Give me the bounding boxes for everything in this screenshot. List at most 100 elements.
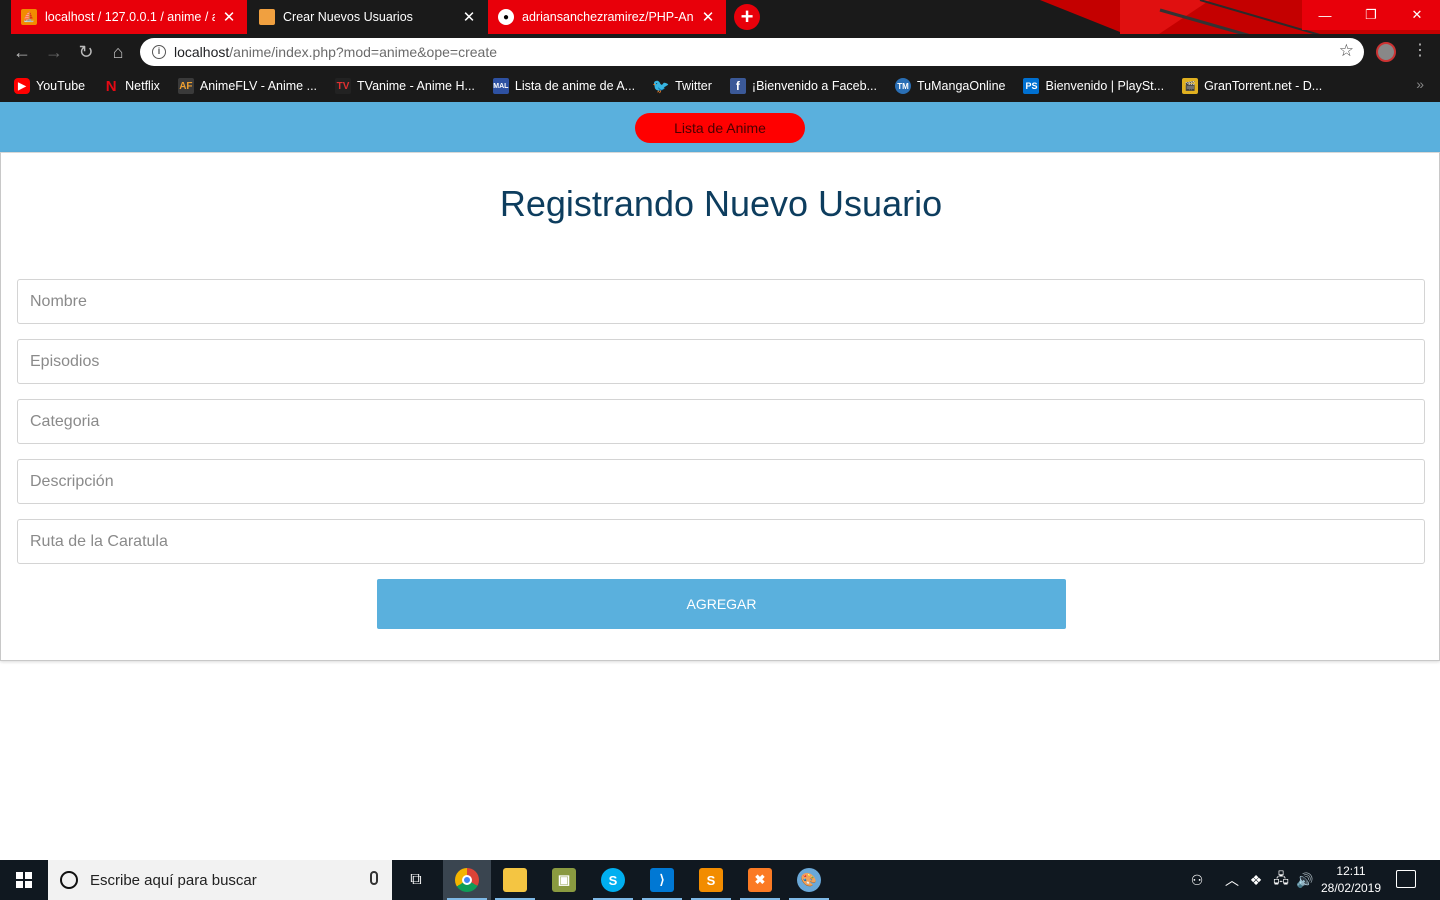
animeflv-icon: AF <box>177 78 194 94</box>
tab-crear-usuarios[interactable]: Crear Nuevos Usuarios ✕ <box>249 0 487 34</box>
close-tab-icon[interactable]: ✕ <box>700 8 716 26</box>
netflix-icon: N <box>105 77 117 95</box>
bookmark-label: AnimeFLV - Anime ... <box>199 79 318 93</box>
bookmarks-bar: ▶ YouTube N Netflix AF AnimeFLV - Anime … <box>0 70 1440 102</box>
bookmark-label: Lista de anime de A... <box>514 79 636 93</box>
reload-icon[interactable]: ↻ <box>74 40 98 64</box>
playstation-icon: PS <box>1023 78 1040 94</box>
bookmark-facebook[interactable]: f ¡Bienvenido a Faceb... <box>729 78 877 94</box>
tab-title: Crear Nuevos Usuarios <box>283 10 413 24</box>
bookmark-netflix[interactable]: N Netflix <box>103 77 160 95</box>
bookmark-label: TuMangaOnline <box>917 79 1006 93</box>
page-title: Registrando Nuevo Usuario <box>499 183 943 224</box>
cortana-icon <box>60 871 78 889</box>
tab-phpmyadmin[interactable]: ⛵ localhost / 127.0.0.1 / anime / an ✕ <box>11 0 247 34</box>
github-icon: ● <box>498 9 514 25</box>
descripcion-input[interactable] <box>17 459 1425 504</box>
bookmark-tvanime[interactable]: TV TVanime - Anime H... <box>335 78 475 94</box>
taskbar-search[interactable]: Escribe aquí para buscar <box>48 860 392 900</box>
twitter-icon: 🐦 <box>652 77 670 94</box>
clock-time: 12:11 <box>1336 864 1366 878</box>
network-icon[interactable]: 🖧 <box>1270 860 1292 900</box>
skype-icon: S <box>601 868 625 892</box>
tvanime-icon: TV <box>335 78 352 94</box>
dropbox-icon[interactable]: ❖ <box>1246 860 1266 900</box>
sublime-text-icon: S <box>699 868 723 892</box>
bookmark-myanimelist[interactable]: MAL Lista de anime de A... <box>492 78 636 94</box>
taskbar-file-explorer[interactable] <box>491 860 539 900</box>
bookmarks-overflow-icon[interactable]: » <box>1416 76 1424 92</box>
clock-date: 28/02/2019 <box>1320 881 1382 895</box>
page-navbar: Lista de Anime <box>0 102 1440 153</box>
chevron-up-icon[interactable]: ︿ <box>1222 860 1242 900</box>
bookmark-youtube[interactable]: ▶ YouTube <box>14 78 85 94</box>
microphone-icon[interactable] <box>370 871 378 885</box>
taskbar-chrome[interactable] <box>443 860 491 900</box>
browser-toolbar: ← → ↻ ⌂ i localhost/anime/index.php?mod=… <box>0 34 1440 70</box>
registration-form-card: Registrando Nuevo Usuario AGREGAR <box>0 152 1440 661</box>
myanimelist-icon: MAL <box>492 78 509 94</box>
bookmark-star-icon[interactable]: ☆ <box>1339 41 1354 61</box>
bookmark-playstation[interactable]: PS Bienvenido | PlaySt... <box>1023 78 1164 94</box>
windows-taskbar: Escribe aquí para buscar ⧉ ▣ S ⟩ S ✖ 🎨 ⚇… <box>0 860 1440 900</box>
bookmark-label: ¡Bienvenido a Faceb... <box>751 79 877 93</box>
bookmark-label: YouTube <box>36 79 86 93</box>
agregar-button[interactable]: AGREGAR <box>377 579 1066 629</box>
search-placeholder: Escribe aquí para buscar <box>90 871 257 889</box>
close-window-button[interactable]: ✕ <box>1394 0 1440 30</box>
people-icon[interactable]: ⚇ <box>1184 860 1210 900</box>
address-bar[interactable]: i localhost/anime/index.php?mod=anime&op… <box>140 38 1364 66</box>
page-favicon-icon <box>259 9 275 25</box>
volume-icon[interactable]: 🔊 <box>1294 860 1316 900</box>
back-arrow-icon[interactable]: ← <box>10 40 34 64</box>
taskbar-skype[interactable]: S <box>589 860 637 900</box>
taskbar-xampp[interactable]: ✖ <box>736 860 784 900</box>
bookmark-label: GranTorrent.net - D... <box>1204 79 1323 93</box>
profile-avatar[interactable] <box>1376 42 1396 62</box>
close-tab-icon[interactable]: ✕ <box>461 8 477 26</box>
ruta-caratula-input[interactable] <box>17 519 1425 564</box>
forward-arrow-icon[interactable]: → <box>42 40 66 64</box>
bookmark-animeflv[interactable]: AF AnimeFLV - Anime ... <box>177 78 318 94</box>
taskbar-paint[interactable]: 🎨 <box>785 860 833 900</box>
bookmark-label: Netflix <box>125 79 160 93</box>
lista-anime-button[interactable]: Lista de Anime <box>635 113 805 143</box>
tumangaonline-icon: TM <box>895 78 911 94</box>
bookmark-tumangaonline[interactable]: TM TuMangaOnline <box>895 78 1005 94</box>
start-button[interactable] <box>0 860 48 900</box>
browser-menu-icon[interactable]: ⋮ <box>1412 40 1428 60</box>
bookmark-label: Bienvenido | PlaySt... <box>1045 79 1165 93</box>
folder-icon <box>503 868 527 892</box>
episodios-input[interactable] <box>17 339 1425 384</box>
tab-github[interactable]: ● adriansanchezramirez/PHP-Anim ✕ <box>488 0 726 34</box>
maximize-button[interactable]: ❐ <box>1348 0 1394 30</box>
browser-tab-strip: ⛵ localhost / 127.0.0.1 / anime / an ✕ C… <box>0 0 1440 34</box>
minimize-button[interactable]: — <box>1302 0 1348 30</box>
notifications-icon[interactable] <box>1396 870 1416 888</box>
bookmark-grantorrent[interactable]: 🎬 GranTorrent.net - D... <box>1182 78 1322 94</box>
phpmyadmin-icon: ⛵ <box>21 9 37 25</box>
tab-title: localhost / 127.0.0.1 / anime / an <box>45 10 215 24</box>
home-icon[interactable]: ⌂ <box>106 40 130 64</box>
bookmark-label: Twitter <box>675 79 712 93</box>
task-view-button[interactable]: ⧉ <box>392 860 440 900</box>
tab-title: adriansanchezramirez/PHP-Anim <box>522 10 694 24</box>
nombre-input[interactable] <box>17 279 1425 324</box>
site-info-icon[interactable]: i <box>152 45 166 59</box>
vscode-icon: ⟩ <box>650 868 674 892</box>
package-icon: ▣ <box>552 868 576 892</box>
address-host: localhost <box>174 44 230 60</box>
taskbar-vscode[interactable]: ⟩ <box>638 860 686 900</box>
paint-palette-icon: 🎨 <box>797 868 821 892</box>
bookmark-twitter[interactable]: 🐦 Twitter <box>652 77 712 94</box>
youtube-icon: ▶ <box>14 78 30 94</box>
taskbar-clock[interactable]: 12:11 28/02/2019 <box>1316 863 1386 897</box>
chrome-icon <box>455 868 479 892</box>
taskbar-app-box[interactable]: ▣ <box>540 860 588 900</box>
new-tab-button[interactable]: + <box>734 4 760 30</box>
close-tab-icon[interactable]: ✕ <box>221 8 237 26</box>
bookmark-label: TVanime - Anime H... <box>357 79 475 93</box>
taskbar-sublime[interactable]: S <box>687 860 735 900</box>
xampp-icon: ✖ <box>748 868 772 892</box>
categoria-input[interactable] <box>17 399 1425 444</box>
